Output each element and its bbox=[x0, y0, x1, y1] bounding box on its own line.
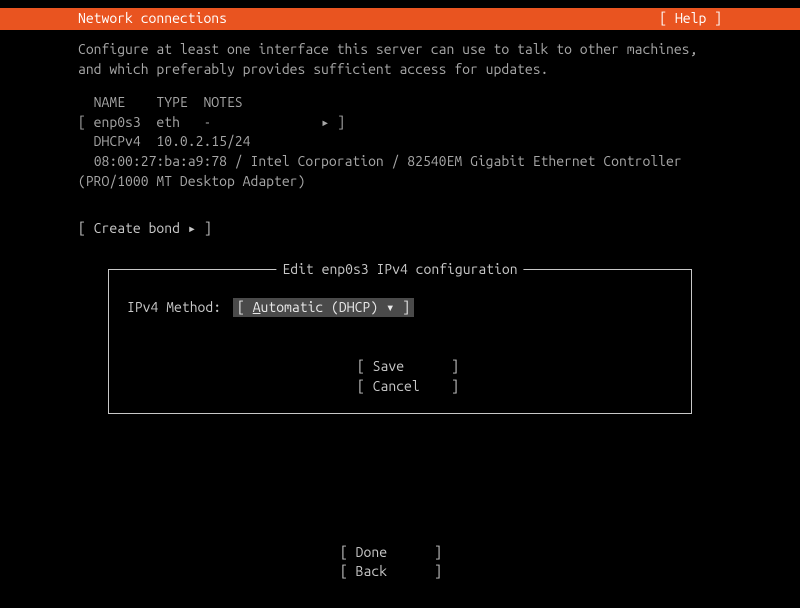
dialog-title: Edit enp0s3 IPv4 configuration bbox=[276, 260, 523, 280]
ipv4-method-label: IPv4 Method: bbox=[127, 298, 233, 318]
page-title: Network connections bbox=[0, 9, 227, 29]
dialog-buttons: [ Save ] [ Cancel ] bbox=[127, 357, 673, 396]
dropdown-text: utomatic (DHCP) ▾ ] bbox=[261, 299, 411, 315]
create-bond-button[interactable]: [ Create bond ▸ ] bbox=[78, 219, 722, 239]
ipv4-config-dialog: Edit enp0s3 IPv4 configuration IPv4 Meth… bbox=[108, 269, 692, 414]
done-button[interactable]: [ Done ] bbox=[340, 543, 460, 563]
dropdown-hotkey: A bbox=[253, 299, 261, 315]
ipv4-method-dropdown[interactable]: [ Automatic (DHCP) ▾ ] bbox=[233, 298, 414, 318]
dropdown-open-bracket: [ bbox=[237, 299, 253, 315]
back-button[interactable]: [ Back ] bbox=[340, 562, 460, 582]
help-button[interactable]: [ Help ] bbox=[659, 9, 800, 29]
description-text: Configure at least one interface this se… bbox=[78, 40, 722, 79]
interface-hw-info: 08:00:27:ba:a9:78 / Intel Corporation / … bbox=[78, 152, 722, 191]
footer-buttons: [ Done ] [ Back ] bbox=[0, 543, 800, 582]
header-bar: Network connections [ Help ] bbox=[0, 8, 800, 30]
interface-dhcp-info: DHCPv4 10.0.2.15/24 bbox=[78, 132, 722, 152]
interface-row-enp0s3[interactable]: [ enp0s3 eth - ▸ ] bbox=[78, 113, 722, 133]
cancel-button[interactable]: [ Cancel ] bbox=[357, 377, 673, 397]
interface-table-header: NAME TYPE NOTES bbox=[78, 93, 722, 113]
save-button[interactable]: [ Save ] bbox=[357, 357, 673, 377]
ipv4-method-row: IPv4 Method: [ Automatic (DHCP) ▾ ] bbox=[127, 298, 673, 318]
main-content: Configure at least one interface this se… bbox=[0, 30, 800, 414]
